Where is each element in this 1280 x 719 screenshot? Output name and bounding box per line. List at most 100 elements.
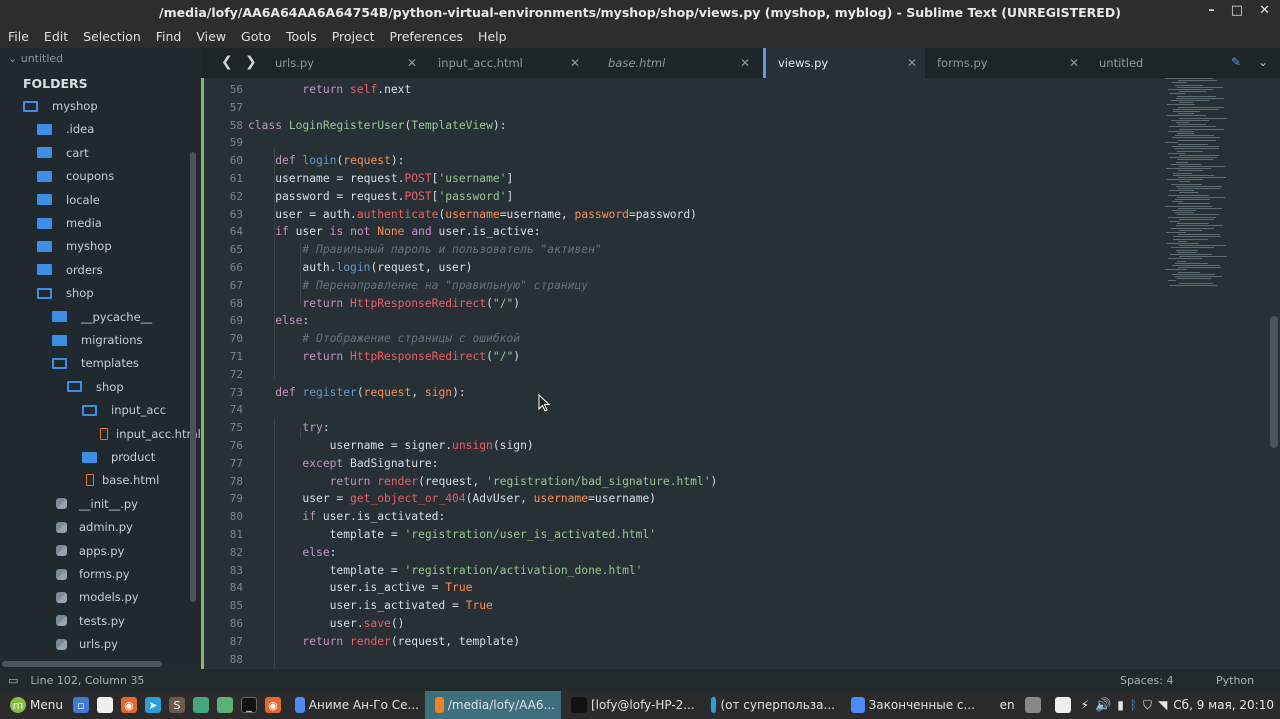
- menu-goto[interactable]: Goto: [241, 29, 271, 44]
- code-line[interactable]: if user.is_activated:: [248, 508, 445, 526]
- firefox-launcher-icon[interactable]: ◉: [264, 697, 281, 713]
- sidebar-item--pycache-[interactable]: __pycache__: [52, 306, 152, 328]
- code-line[interactable]: user.is_activated = True: [248, 597, 493, 615]
- code-line[interactable]: def register(request, sign):: [248, 384, 466, 402]
- tab-close-icon[interactable]: ✕: [740, 56, 750, 70]
- code-line[interactable]: try:: [248, 419, 329, 437]
- sidebar-scrollbar-horizontal[interactable]: [2, 661, 162, 667]
- sidebar-item--init-py[interactable]: __init__.py: [56, 493, 138, 515]
- firefox-icon[interactable]: ◉: [120, 697, 137, 713]
- code-line[interactable]: def login(request):: [248, 152, 404, 170]
- code-line[interactable]: except BadSignature:: [248, 455, 438, 473]
- tab-base-html[interactable]: base.html ✕: [596, 48, 758, 78]
- taskbar-task[interactable]: /media/lofy/AA6...: [424, 691, 561, 719]
- code-line[interactable]: username = signer.unsign(sign): [248, 437, 534, 455]
- tab-prev-arrow-icon[interactable]: ❮: [221, 54, 233, 70]
- sidebar-item--idea[interactable]: .idea: [37, 118, 94, 140]
- menu-file[interactable]: File: [8, 29, 29, 44]
- code-line[interactable]: class LoginRegisterUser(TemplateView):: [248, 117, 507, 135]
- telegram-launcher-icon[interactable]: ➤: [144, 697, 161, 713]
- menu-find[interactable]: Find: [156, 29, 182, 44]
- tab-overflow-icon[interactable]: ⌄: [1258, 55, 1268, 69]
- sidebar-item-coupons[interactable]: coupons: [37, 165, 114, 187]
- minimap[interactable]: [1165, 78, 1255, 298]
- sidebar-item-admin-py[interactable]: admin.py: [56, 516, 133, 538]
- indentation-setting[interactable]: Spaces: 4: [1120, 674, 1173, 687]
- show-desktop-icon[interactable]: ▫: [72, 697, 89, 713]
- sidebar-item-product[interactable]: product: [82, 446, 155, 468]
- menu-edit[interactable]: Edit: [44, 29, 68, 44]
- menu-selection[interactable]: Selection: [83, 29, 141, 44]
- sidebar-item-base-html[interactable]: base.html: [86, 469, 159, 491]
- taskbar-task[interactable]: Аниме Ан-Го Се...: [285, 691, 425, 719]
- close-button[interactable]: ✕: [1259, 3, 1270, 18]
- taskbar-task[interactable]: [lofy@lofy-HP-2...: [561, 691, 701, 719]
- sidebar-item-forms-py[interactable]: forms.py: [56, 563, 130, 585]
- code-line[interactable]: return render(request, 'registration/bad…: [248, 473, 718, 491]
- menu-help[interactable]: Help: [478, 29, 507, 44]
- code-line[interactable]: return self.next: [248, 81, 411, 99]
- tab-views-py[interactable]: views.py ✕: [763, 48, 925, 78]
- files-icon[interactable]: [192, 697, 209, 713]
- start-menu-button[interactable]: m Menu: [0, 697, 69, 713]
- code-editor[interactable]: 56 return self.next 57 58 class LoginRegist…: [201, 78, 1280, 669]
- keyboard-layout[interactable]: en: [1000, 698, 1015, 712]
- code-line[interactable]: template = 'registration/user_is_activat…: [248, 526, 656, 544]
- clipboard-icon[interactable]: [1054, 697, 1071, 713]
- sidebar-item-models-py[interactable]: models.py: [56, 586, 139, 608]
- network-icon[interactable]: ◥: [1158, 698, 1167, 712]
- code-line[interactable]: user.save(): [248, 615, 405, 633]
- sidebar-item-myshop[interactable]: myshop: [23, 95, 98, 117]
- code-line[interactable]: # Перенаправление на "правильную" страни…: [248, 277, 588, 295]
- sidebar-item-locale[interactable]: locale: [37, 189, 100, 211]
- menu-preferences[interactable]: Preferences: [390, 29, 464, 44]
- tab-close-icon[interactable]: ✕: [907, 56, 917, 70]
- syntax-setting[interactable]: Python: [1216, 674, 1254, 687]
- sidebar-item-input-acc[interactable]: input_acc: [82, 399, 166, 421]
- tab-urls-py[interactable]: urls.py ✕: [263, 48, 425, 78]
- sidebar-item-urls-py[interactable]: urls.py: [56, 633, 118, 655]
- bluetooth-icon[interactable]: ⚡: [1081, 698, 1089, 712]
- text-editor-icon[interactable]: [96, 697, 113, 713]
- code-line[interactable]: username = request.POST['username']: [248, 170, 513, 188]
- tab-untitled[interactable]: untitled: [1087, 48, 1249, 78]
- clock[interactable]: Сб, 9 мая, 20:10: [1173, 698, 1274, 712]
- tab-close-icon[interactable]: ✕: [570, 56, 580, 70]
- bluetooth-tray-icon[interactable]: ᛒ: [1130, 698, 1137, 712]
- sidebar-item-media[interactable]: media: [37, 212, 102, 234]
- menu-view[interactable]: View: [196, 29, 226, 44]
- code-line[interactable]: return render(request, template): [248, 633, 520, 651]
- menu-tools[interactable]: Tools: [286, 29, 317, 44]
- sidebar-item-templates[interactable]: templates: [52, 352, 139, 374]
- code-line[interactable]: auth.login(request, user): [248, 259, 472, 277]
- cursor-position[interactable]: Line 102, Column 35: [30, 674, 144, 687]
- sidebar-item-apps-py[interactable]: apps.py: [56, 540, 124, 562]
- tab-forms-py[interactable]: forms.py ✕: [925, 48, 1087, 78]
- sidebar-item-migrations[interactable]: migrations: [52, 329, 143, 351]
- code-line[interactable]: return HttpResponseRedirect("/"): [248, 295, 520, 313]
- update-manager-icon[interactable]: [1024, 697, 1041, 713]
- sidebar-item-shop[interactable]: shop: [37, 282, 94, 304]
- code-line[interactable]: else:: [248, 544, 336, 562]
- minimize-button[interactable]: –: [1208, 3, 1215, 18]
- sidebar-item-myshop[interactable]: myshop: [37, 235, 112, 257]
- maximize-button[interactable]: □: [1231, 3, 1243, 18]
- tab-close-icon[interactable]: ✕: [1069, 56, 1079, 70]
- shield-icon[interactable]: ⛉: [1143, 698, 1152, 713]
- editor-scrollbar[interactable]: [1270, 316, 1278, 448]
- folder-launcher-icon[interactable]: [216, 697, 233, 713]
- code-line[interactable]: else:: [248, 312, 309, 330]
- code-line[interactable]: user = get_object_or_404(AdvUser, userna…: [248, 490, 656, 508]
- code-line[interactable]: password = request.POST['password']: [248, 188, 513, 206]
- edit-pencil-icon[interactable]: ✎: [1231, 55, 1241, 69]
- open-files-item[interactable]: ⌄ untitled: [8, 52, 63, 65]
- code-line[interactable]: return HttpResponseRedirect("/"): [248, 348, 520, 366]
- menu-project[interactable]: Project: [332, 29, 375, 44]
- sublime-launcher-icon[interactable]: S: [168, 697, 185, 713]
- code-line[interactable]: if user is not None and user.is_active:: [248, 223, 540, 241]
- sidebar-scrollbar-vertical[interactable]: [190, 152, 196, 602]
- terminal-launcher-icon[interactable]: _: [240, 697, 257, 713]
- sidebar-item-input-acc-html[interactable]: input_acc.html: [100, 423, 201, 445]
- tab-close-icon[interactable]: ✕: [407, 56, 417, 70]
- tab-input-acc-html[interactable]: input_acc.html ✕: [426, 48, 588, 78]
